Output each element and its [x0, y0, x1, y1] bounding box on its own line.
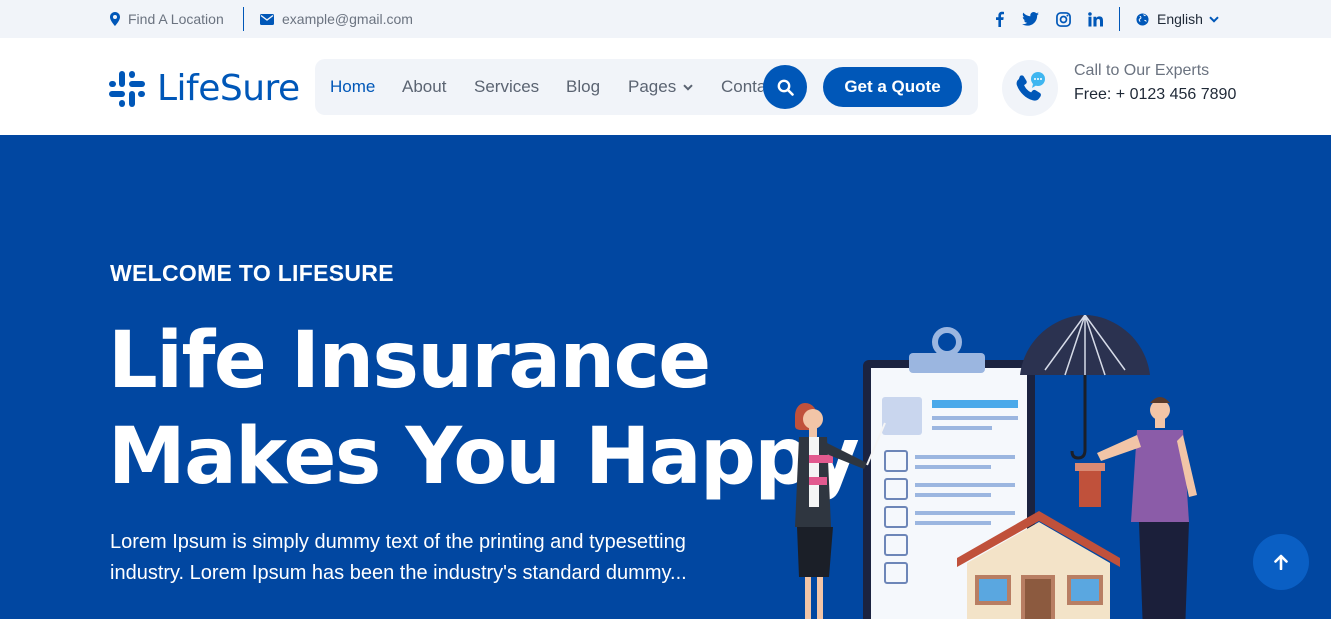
nav-label: Services	[474, 77, 540, 96]
call-label: Call to Our Experts	[1074, 62, 1210, 79]
search-button[interactable]	[763, 65, 807, 109]
linkedin-icon[interactable]	[1084, 0, 1106, 38]
nav-about[interactable]: About	[402, 59, 446, 115]
instagram-icon[interactable]	[1052, 0, 1074, 38]
location-text: Find A Location	[128, 11, 224, 27]
topbar-divider	[243, 7, 244, 31]
phone-call-icon[interactable]	[1002, 60, 1058, 116]
hero-title-line-1: Life Insurance	[108, 316, 711, 406]
chevron-down-icon	[683, 83, 693, 91]
nav-pages[interactable]: Pages	[628, 59, 693, 115]
facebook-icon[interactable]	[988, 0, 1010, 38]
language-label: English	[1157, 11, 1203, 27]
hero-title-line-2: Makes You Happy	[108, 412, 860, 502]
insurance-illustration	[795, 315, 1197, 619]
map-marker-icon	[110, 12, 120, 26]
nav-label: Blog	[566, 77, 601, 96]
hero-title: Life Insurance Makes You Happy	[108, 313, 860, 505]
topbar-divider	[1119, 7, 1120, 31]
logo-text: LifeSure	[157, 68, 300, 109]
twitter-icon[interactable]	[1019, 0, 1041, 38]
envelope-icon	[260, 13, 274, 25]
email-link[interactable]: example@gmail.com	[260, 0, 413, 38]
scroll-to-top-button[interactable]	[1253, 534, 1309, 590]
hero-description: Lorem Ipsum is simply dummy text of the …	[110, 531, 687, 584]
globe-icon	[1136, 12, 1149, 26]
call-number[interactable]: Free: + 0123 456 7890	[1074, 86, 1236, 104]
nav-services[interactable]: Services	[474, 59, 539, 115]
topbar: Find A Location example@gmail.com Englis…	[0, 0, 1331, 38]
nav-blog[interactable]: Blog	[566, 59, 600, 115]
get-quote-button[interactable]: Get a Quote	[823, 67, 962, 107]
hero-section: WELCOME TO LIFESURE Life Insurance Makes…	[0, 135, 1331, 619]
arrow-up-icon	[1274, 554, 1288, 570]
logo-icon	[109, 70, 145, 107]
nav-home[interactable]: Home	[330, 59, 375, 115]
hero-eyebrow: WELCOME TO LIFESURE	[110, 260, 394, 286]
site-logo[interactable]: LifeSure	[109, 68, 300, 109]
nav-label: About	[402, 77, 447, 96]
language-selector[interactable]: English	[1136, 0, 1219, 38]
nav-label: Home	[330, 77, 376, 96]
chevron-down-icon	[1209, 15, 1219, 23]
email-text: example@gmail.com	[282, 11, 413, 27]
search-icon	[777, 79, 794, 96]
nav-label: Pages	[628, 77, 677, 96]
location-link[interactable]: Find A Location	[110, 0, 224, 38]
